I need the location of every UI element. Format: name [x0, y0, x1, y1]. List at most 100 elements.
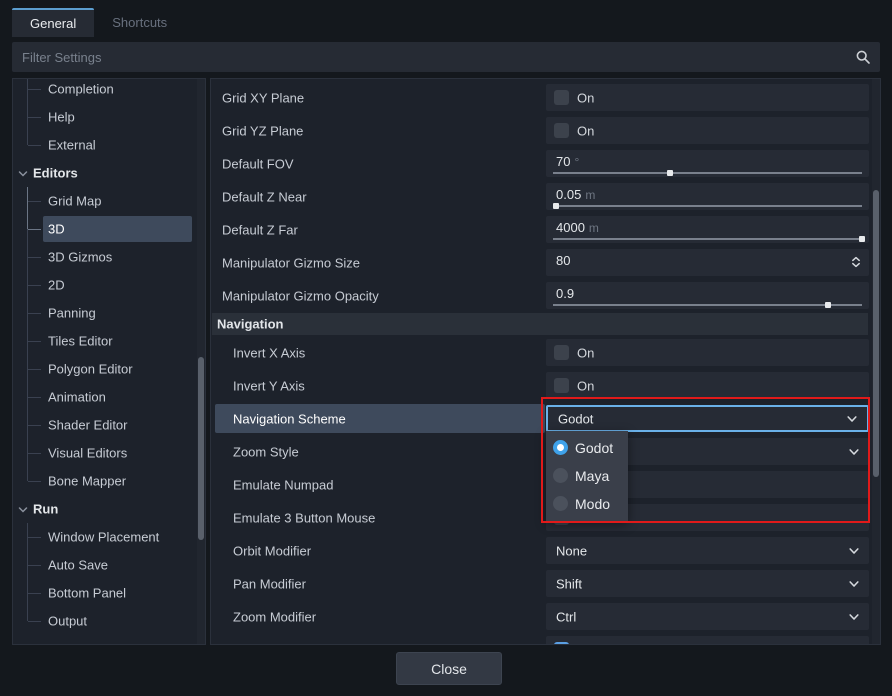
sidebar-item-polygon-editor[interactable]: Polygon Editor [13, 355, 205, 383]
sidebar-item-label: 2D [48, 278, 65, 293]
property-value-grid-yz-plane[interactable]: On [546, 117, 869, 144]
tree-scrollbar-thumb[interactable] [198, 357, 204, 540]
property-row-invert-y-axis: Invert Y AxisOn [211, 369, 880, 402]
property-label: Default Z Near [222, 189, 307, 204]
property-row-orbit-modifier: Orbit ModifierNone [211, 534, 880, 567]
slider-track[interactable] [553, 304, 862, 306]
sidebar-item-2d[interactable]: 2D [13, 271, 205, 299]
value-suffix: m [589, 221, 599, 235]
slider-track[interactable] [553, 172, 862, 174]
property-value-manipulator-gizmo-size[interactable]: 80 [546, 249, 869, 276]
property-row-grid-xy-plane: Grid XY PlaneOn [211, 81, 880, 114]
property-label: Pan Modifier [233, 576, 306, 591]
checkbox-icon[interactable] [554, 378, 569, 393]
property-row-warped-mouse-panning: Warped Mouse Panning✓ [211, 633, 880, 645]
dropdown-value: Godot [558, 411, 593, 426]
checkbox-checked-icon[interactable]: ✓ [554, 642, 569, 645]
tree-guide-stub [28, 201, 41, 202]
inspector-panel: Grid XY PlaneOnGrid YZ PlaneOnDefault FO… [210, 78, 881, 645]
dropdown-value: Shift [556, 576, 582, 591]
property-label: Invert X Axis [233, 345, 305, 360]
close-button[interactable]: Close [396, 652, 502, 685]
sidebar-item-label: Animation [48, 390, 106, 405]
sidebar-item-editors[interactable]: Editors [13, 159, 205, 187]
chevron-down-icon [847, 577, 861, 591]
checkbox-icon[interactable] [554, 345, 569, 360]
radio-selected-icon [553, 440, 568, 455]
tree-guide-line [27, 229, 28, 243]
sidebar-item-auto-save[interactable]: Auto Save [13, 551, 205, 579]
filter-settings-input[interactable] [12, 42, 880, 72]
tree-guide-stub [28, 593, 41, 594]
slider-handle[interactable] [667, 170, 673, 176]
property-value-navigation-scheme[interactable]: Godot [546, 405, 869, 432]
slider-handle[interactable] [553, 203, 559, 209]
tab-general[interactable]: General [12, 8, 94, 37]
sidebar-item-tiles-editor[interactable]: Tiles Editor [13, 327, 205, 355]
checkbox-icon[interactable] [554, 90, 569, 105]
sidebar-item-bone-mapper[interactable]: Bone Mapper [13, 467, 205, 495]
sidebar-item-window-placement[interactable]: Window Placement [13, 523, 205, 551]
property-label: Zoom Style [233, 444, 299, 459]
property-value-default-z-far[interactable]: 4000m [546, 216, 869, 243]
value-text: 4000m [556, 220, 599, 235]
section-header-label: Navigation [217, 317, 283, 332]
sidebar-item-3d-gizmos[interactable]: 3D Gizmos [13, 243, 205, 271]
property-value-grid-xy-plane[interactable]: On [546, 84, 869, 111]
dropdown-option-godot[interactable]: Godot [546, 434, 628, 462]
slider-handle[interactable] [825, 302, 831, 308]
dropdown-value: Ctrl [556, 609, 576, 624]
tab-shortcuts[interactable]: Shortcuts [94, 8, 185, 37]
sidebar-item-output[interactable]: Output [13, 607, 205, 635]
sidebar-item-run[interactable]: Run [13, 495, 205, 523]
property-value-orbit-modifier[interactable]: None [546, 537, 869, 564]
sidebar-item-animation[interactable]: Animation [13, 383, 205, 411]
slider-track[interactable] [553, 205, 862, 207]
property-value-warped-mouse-panning[interactable]: ✓ [546, 636, 869, 645]
tree-guide-stub [28, 537, 41, 538]
property-label: Manipulator Gizmo Opacity [222, 288, 379, 303]
property-value-invert-x-axis[interactable]: On [546, 339, 869, 366]
property-value-pan-modifier[interactable]: Shift [546, 570, 869, 597]
value-suffix: m [585, 188, 595, 202]
property-value-manipulator-gizmo-opacity[interactable]: 0.9 [546, 282, 869, 309]
tree-guide-stub [28, 369, 41, 370]
section-header-navigation: Navigation [211, 312, 880, 336]
sidebar-item-visual-editors[interactable]: Visual Editors [13, 439, 205, 467]
spin-updown-icon[interactable] [849, 255, 863, 274]
checkbox-icon[interactable] [554, 123, 569, 138]
property-value-default-fov[interactable]: 70° [546, 150, 869, 177]
sidebar-item-label: Output [48, 614, 87, 629]
sidebar-item-label: Auto Save [48, 558, 108, 573]
sidebar-item-bottom-panel[interactable]: Bottom Panel [13, 579, 205, 607]
dropdown-option-modo[interactable]: Modo [546, 490, 628, 518]
property-value-zoom-modifier[interactable]: Ctrl [546, 603, 869, 630]
property-value-default-z-near[interactable]: 0.05m [546, 183, 869, 210]
property-row-default-z-near: Default Z Near 0.05m [211, 180, 880, 213]
dropdown-option-label: Modo [575, 496, 610, 512]
editor-settings-window: GeneralShortcuts CompletionHelpExternalE… [0, 0, 892, 696]
property-label: Default FOV [222, 156, 294, 171]
inspector-scrollbar-thumb[interactable] [873, 190, 879, 477]
sidebar-item-grid-map[interactable]: Grid Map [13, 187, 205, 215]
tree-guide-stub [28, 89, 41, 90]
slider-handle[interactable] [859, 236, 865, 242]
property-label: Emulate Numpad [233, 477, 333, 492]
search-icon [855, 49, 871, 65]
dropdown-option-maya[interactable]: Maya [546, 462, 628, 490]
sidebar-item-external[interactable]: External [13, 131, 205, 159]
sidebar-item-label: 3D [48, 222, 65, 237]
value-text: 0.05m [556, 187, 595, 202]
sidebar-item-panning[interactable]: Panning [13, 299, 205, 327]
sidebar-item-shader-editor[interactable]: Shader Editor [13, 411, 205, 439]
property-label: Navigation Scheme [233, 411, 346, 426]
slider-track[interactable] [553, 238, 862, 240]
sidebar-item-label: Bone Mapper [48, 474, 126, 489]
tree-guide-stub [28, 341, 41, 342]
sidebar-item-label: Visual Editors [48, 446, 127, 461]
sidebar-item-help[interactable]: Help [13, 103, 205, 131]
sidebar-item-completion[interactable]: Completion [13, 78, 205, 103]
checkbox-label: On [577, 345, 594, 360]
sidebar-item-3d[interactable]: 3D [13, 215, 205, 243]
property-value-invert-y-axis[interactable]: On [546, 372, 869, 399]
